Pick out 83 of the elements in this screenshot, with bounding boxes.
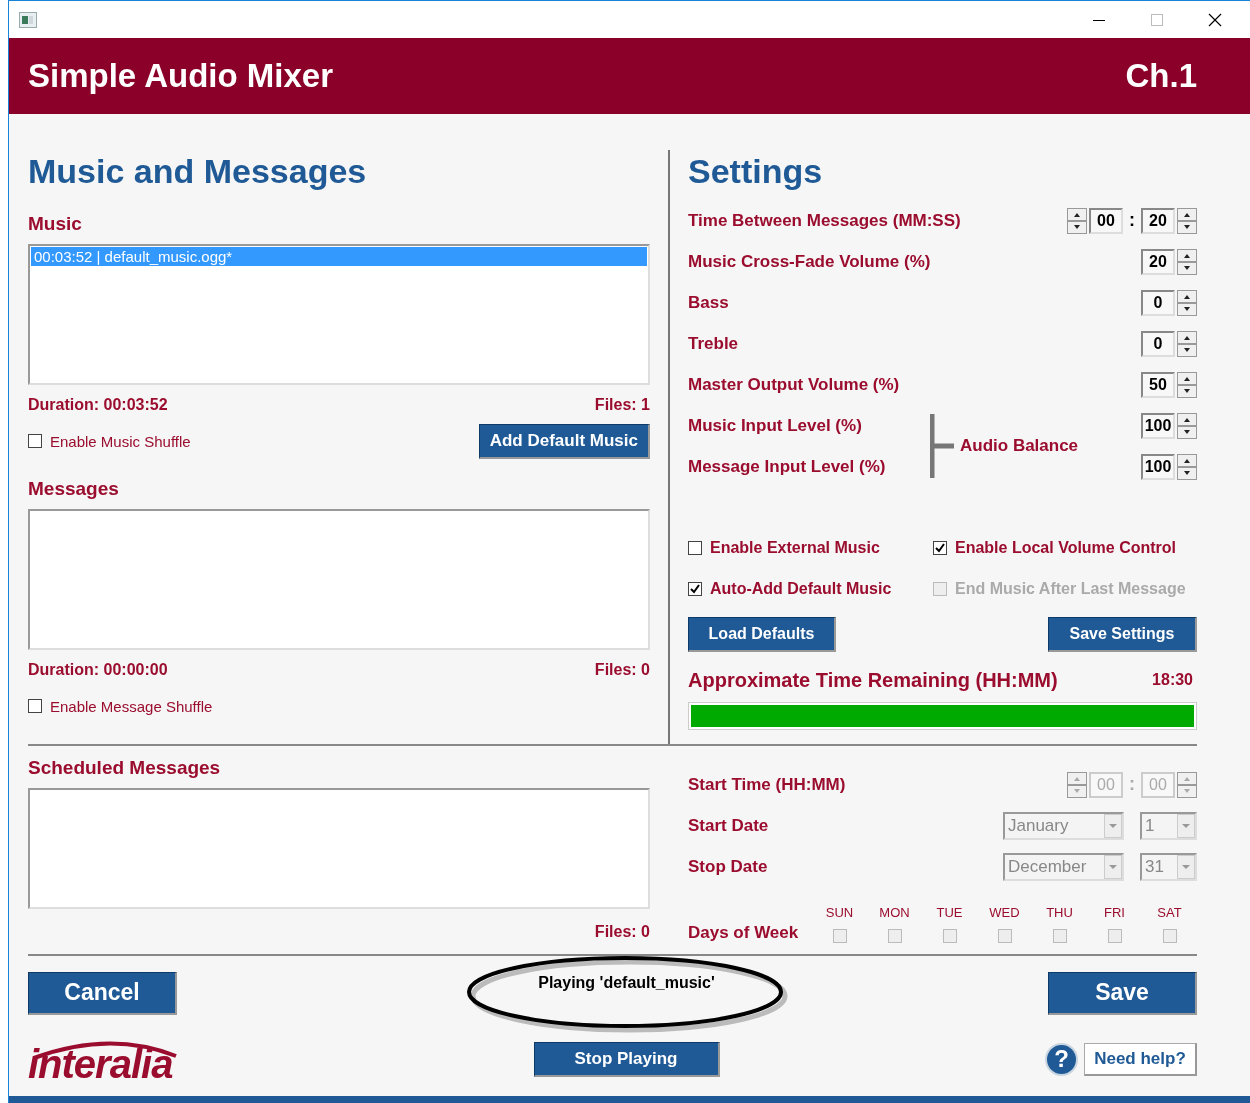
day-label: THU: [1046, 905, 1073, 920]
spin-arrows[interactable]: [1177, 453, 1197, 480]
checkbox[interactable]: [28, 434, 42, 448]
checkbox[interactable]: [688, 581, 702, 596]
spin-arrows[interactable]: [1177, 248, 1197, 275]
checkbox[interactable]: [1107, 929, 1122, 943]
setting-label: Message Input Level (%): [688, 456, 886, 477]
number-field[interactable]: 0: [1141, 289, 1175, 316]
help-button[interactable]: Need help?: [1084, 1042, 1197, 1076]
number-field[interactable]: 100: [1141, 412, 1175, 439]
list-box[interactable]: [28, 509, 650, 650]
setting-label: Bass: [688, 292, 729, 313]
files-count: Files: 0: [594, 922, 650, 942]
number-field[interactable]: 0: [1141, 330, 1175, 357]
checkbox[interactable]: [942, 929, 957, 943]
duration-label: Duration: 00:00:00: [28, 660, 168, 680]
section-label: Messages: [28, 477, 120, 501]
checkbox-label: End Music After Last Message: [955, 579, 1186, 598]
setting-label: Music Cross-Fade Volume (%): [688, 251, 931, 272]
company-logo: interalia: [28, 1036, 182, 1082]
checkbox[interactable]: [832, 929, 847, 943]
section-heading: Settings: [688, 151, 824, 192]
checkbox[interactable]: [933, 540, 947, 555]
add-music-button[interactable]: Add Default Music: [478, 423, 650, 459]
number-field[interactable]: 50: [1141, 371, 1175, 398]
checkbox-label: Enable External Music: [710, 538, 880, 557]
day-label: FRI: [1104, 905, 1125, 920]
setting-label: Time Between Messages (MM:SS): [688, 210, 961, 231]
checkbox[interactable]: [688, 540, 702, 555]
files-count: Files: 0: [594, 660, 650, 680]
checkbox[interactable]: [1052, 929, 1067, 943]
number-field[interactable]: 00: [1089, 207, 1123, 234]
number-field[interactable]: 100: [1141, 453, 1175, 480]
spin-arrows[interactable]: [1177, 289, 1197, 316]
section-label: Scheduled Messages: [28, 756, 222, 780]
section-label: Music: [28, 212, 83, 236]
day-label: SUN: [825, 905, 854, 920]
section-heading: Music and Messages: [28, 151, 368, 192]
setting-label: Master Output Volume (%): [688, 374, 900, 395]
duration-label: Duration: 00:03:52: [28, 395, 168, 415]
number-field[interactable]: 20: [1141, 248, 1175, 275]
channel-label: Ch.1: [1125, 57, 1197, 95]
remaining-label: Approximate Time Remaining (HH:MM): [688, 668, 1058, 692]
app-icon: [19, 11, 37, 28]
save-button[interactable]: Save: [1048, 971, 1197, 1015]
spin-arrows[interactable]: [1177, 412, 1197, 439]
status-text: Playing 'default_music': [538, 974, 715, 992]
checkbox[interactable]: [28, 699, 42, 713]
spin-arrows[interactable]: [1177, 371, 1197, 398]
spin-arrows[interactable]: [1177, 330, 1197, 357]
checkbox-label: Enable Music Shuffle: [50, 432, 191, 450]
checkbox[interactable]: [887, 929, 902, 943]
setting-label: Treble: [688, 333, 739, 354]
setting-label: Days of Week: [688, 923, 800, 943]
checkbox[interactable]: [997, 929, 1012, 943]
setting-label: Start Time (HH:MM): [688, 774, 846, 795]
remaining-time: 18:30: [1152, 671, 1193, 689]
list-box[interactable]: [28, 788, 650, 909]
stop-playing-button[interactable]: Stop Playing: [533, 1041, 720, 1077]
spin-arrows[interactable]: [1067, 207, 1087, 234]
day-label: TUE: [936, 905, 963, 920]
day-label: WED: [989, 905, 1020, 920]
spin-arrows[interactable]: [1177, 207, 1197, 234]
day-label: MON: [879, 905, 910, 920]
time-separator: :: [1128, 210, 1136, 231]
number-field[interactable]: 20: [1141, 207, 1175, 234]
bracket-icon: [930, 414, 956, 478]
checkbox[interactable]: [1162, 929, 1177, 943]
load-defaults-button[interactable]: Load Defaults: [688, 617, 836, 652]
checkbox-label: Auto-Add Default Music: [710, 579, 892, 598]
day-label: SAT: [1157, 905, 1182, 920]
app-title: Simple Audio Mixer: [28, 57, 333, 95]
save-settings-button[interactable]: Save Settings: [1048, 617, 1197, 652]
setting-label: Start Date: [688, 815, 769, 836]
balance-label: Audio Balance: [960, 436, 1079, 456]
checkbox-label: Enable Local Volume Control: [955, 538, 1177, 557]
files-count: Files: 1: [594, 395, 650, 415]
setting-label: Stop Date: [688, 856, 768, 877]
setting-label: Music Input Level (%): [688, 415, 862, 436]
help-icon[interactable]: ?: [1045, 1042, 1078, 1076]
checkbox-label: Enable Message Shuffle: [50, 697, 213, 715]
time-separator: :: [1128, 774, 1136, 795]
cancel-button[interactable]: Cancel: [28, 971, 177, 1015]
